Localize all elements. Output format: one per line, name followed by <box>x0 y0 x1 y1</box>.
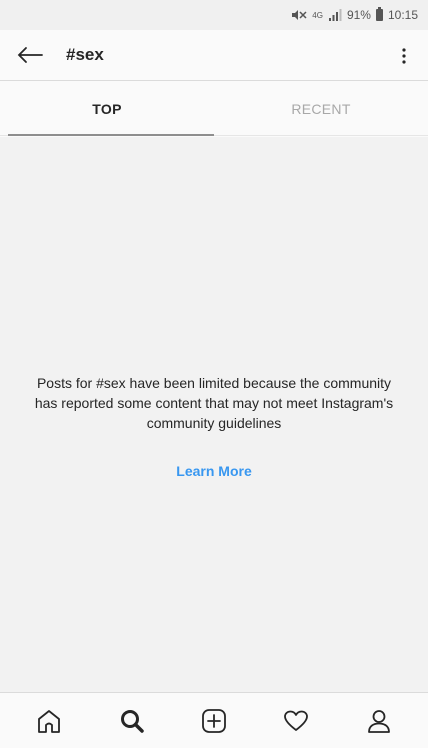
nav-profile[interactable] <box>351 697 407 745</box>
nav-home[interactable] <box>21 697 77 745</box>
add-post-icon <box>202 708 226 733</box>
home-icon <box>38 709 61 733</box>
page-title: #sex <box>66 45 104 64</box>
battery-icon <box>375 7 383 21</box>
battery-percent: 91% <box>346 8 371 22</box>
more-vertical-icon <box>402 48 406 64</box>
back-button[interactable] <box>6 30 54 81</box>
status-bar: 4G 91% 10:15 <box>0 0 428 30</box>
content-area: Posts for #sex have been limited because… <box>0 137 428 692</box>
app-header: #sex <box>0 30 428 81</box>
learn-more-link[interactable]: Learn More <box>0 463 428 479</box>
tab-top[interactable]: TOP <box>0 82 214 136</box>
tab-recent[interactable]: RECENT <box>214 82 428 135</box>
bottom-nav <box>0 692 428 748</box>
signal-icon <box>328 9 342 21</box>
back-arrow-icon <box>17 47 43 63</box>
clock: 10:15 <box>387 8 418 22</box>
nav-search[interactable] <box>104 697 160 745</box>
profile-icon <box>367 709 390 733</box>
tab-bar: TOP RECENT <box>0 82 428 136</box>
heart-icon <box>284 710 309 731</box>
more-options-button[interactable] <box>392 42 416 70</box>
nav-new-post[interactable] <box>186 697 242 745</box>
screen: 4G 91% 10:15 #sex TOP RECENT Posts for #… <box>0 0 428 748</box>
limited-posts-message: Posts for #sex have been limited because… <box>34 375 394 431</box>
search-icon <box>120 709 144 733</box>
nav-activity[interactable] <box>268 697 324 745</box>
mute-icon <box>291 9 307 21</box>
network-type-icon: 4G <box>312 10 323 20</box>
